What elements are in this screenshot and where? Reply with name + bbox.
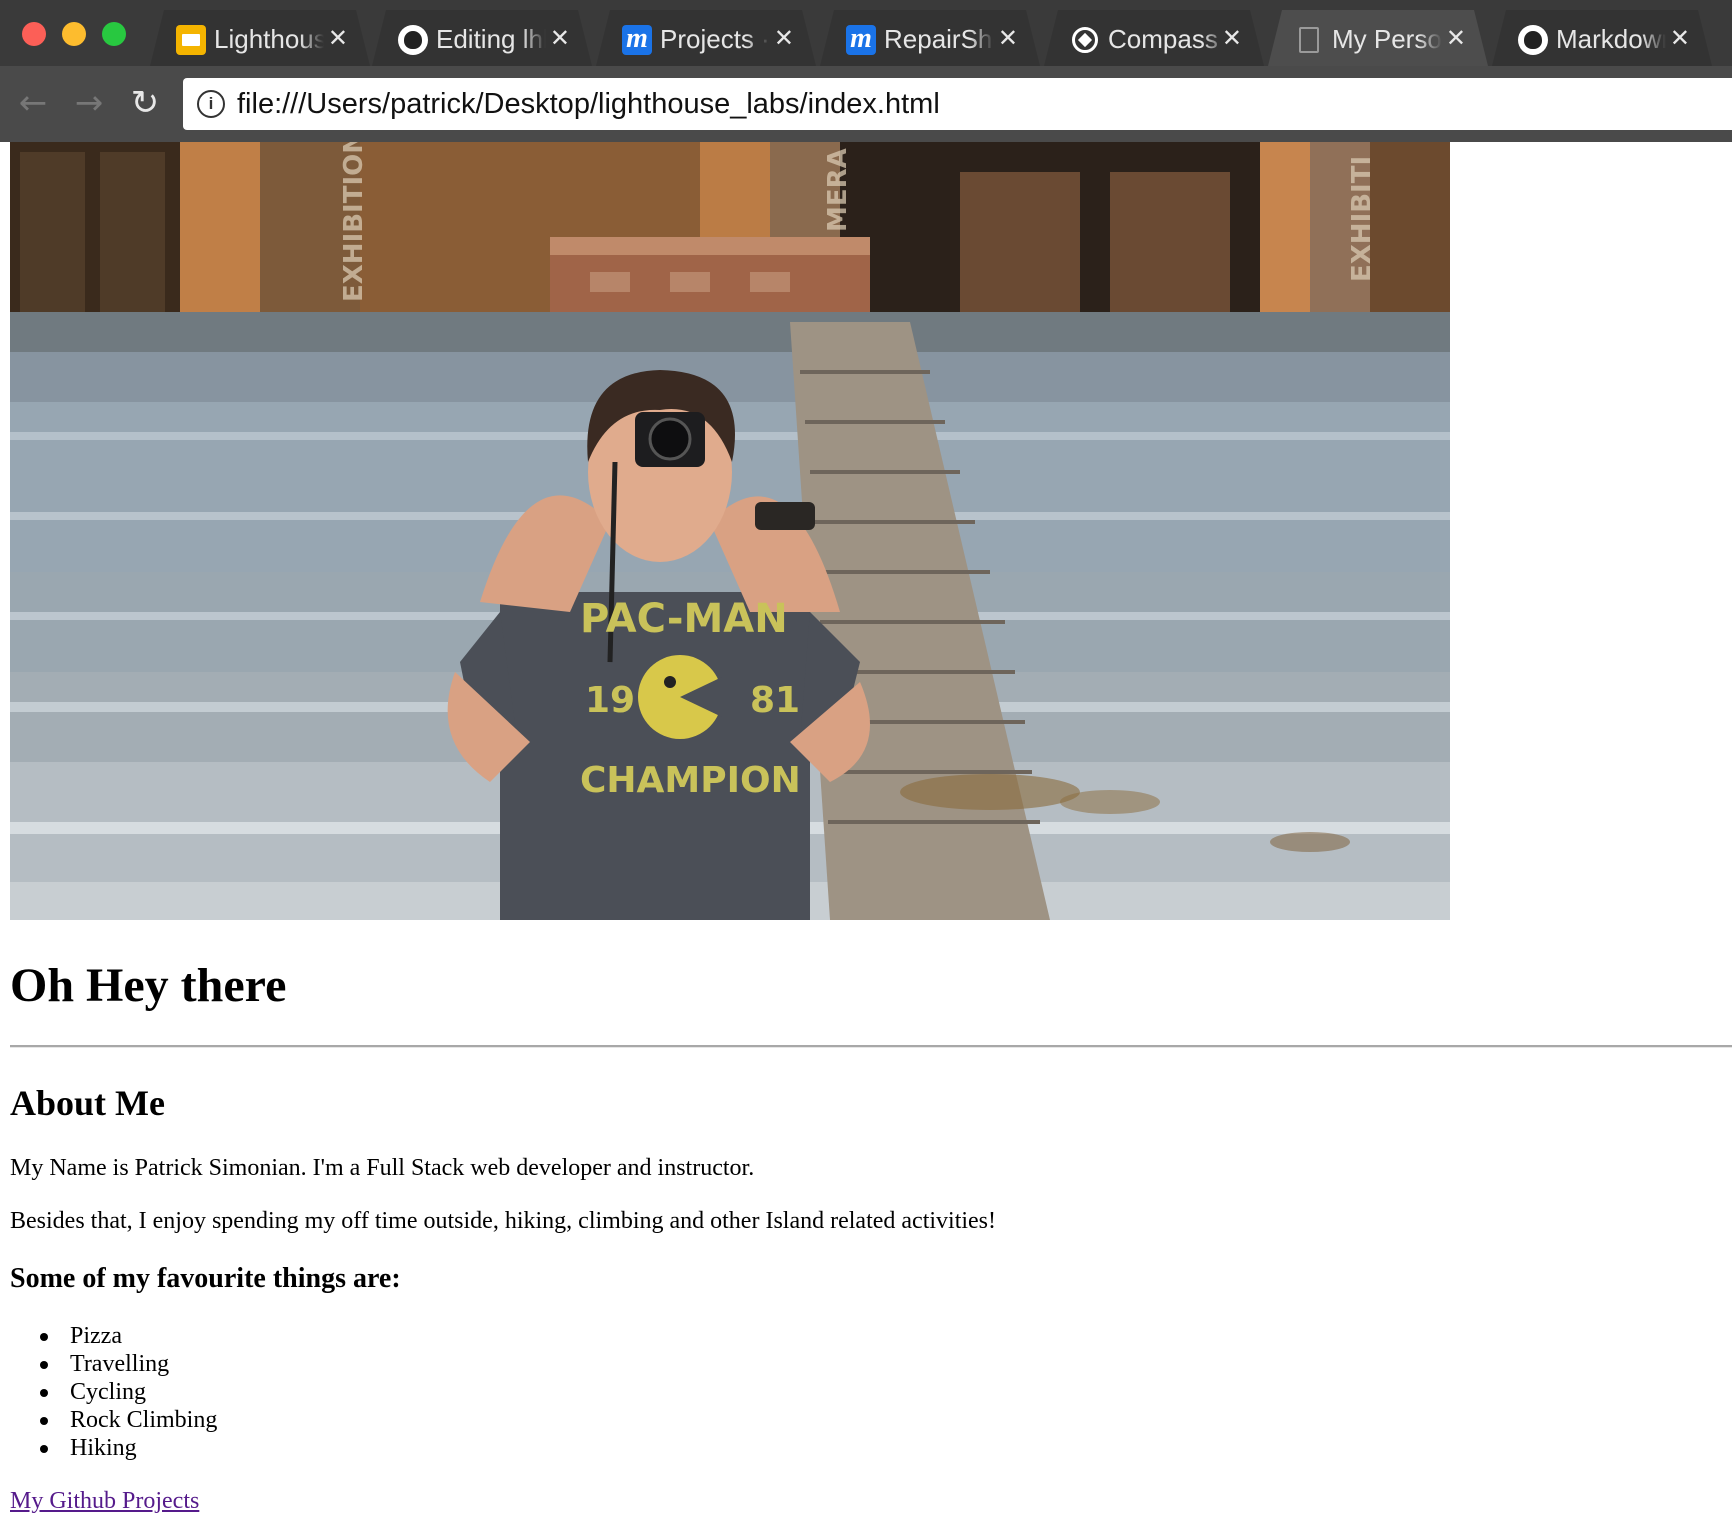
sign-camera: MERA (823, 148, 853, 232)
address-bar[interactable]: i file:///Users/patrick/Desktop/lighthou… (183, 78, 1732, 130)
close-icon[interactable]: ✕ (998, 22, 1018, 54)
browser-toolbar: ← → ↻ i file:///Users/patrick/Desktop/li… (0, 66, 1732, 142)
slides-icon (176, 25, 206, 55)
url-text[interactable]: file:///Users/patrick/Desktop/lighthouse… (237, 86, 940, 122)
close-icon[interactable]: ✕ (328, 22, 348, 54)
tab-markdown[interactable]: Markdown ✕ (1492, 10, 1712, 66)
page-title: Oh Hey there (10, 959, 287, 1012)
close-icon[interactable]: ✕ (1222, 22, 1242, 54)
github-icon (398, 25, 428, 55)
tab-editing[interactable]: Editing lhl ✕ (372, 10, 592, 66)
tab-title: Projects · I (660, 24, 770, 54)
profile-photo: EXHIBITION MERA EXHIBITI PAC-MAN 19 81 C… (10, 142, 1450, 920)
tab-title: Markdown (1556, 24, 1666, 54)
favourites-list: Pizza Travelling Cycling Rock Climbing H… (10, 1322, 217, 1462)
tab-compass[interactable]: Compass ✕ (1044, 10, 1264, 66)
close-icon[interactable]: ✕ (774, 22, 794, 54)
sign-exhibition-left: EXHIBITION (339, 142, 369, 302)
tab-strip: Lighthouse ✕ Editing lhl ✕ m Projects · … (0, 0, 1732, 66)
list-item-label: Pizza (70, 1323, 122, 1349)
about-heading: About Me (10, 1083, 165, 1123)
bullet-icon (40, 1361, 48, 1369)
tab-title: Compass (1108, 24, 1218, 54)
github-icon (1518, 25, 1548, 55)
shirt-text-year-right: 81 (750, 680, 800, 721)
tab-lighthouse[interactable]: Lighthouse ✕ (150, 10, 370, 66)
zoom-window-button[interactable] (102, 22, 126, 46)
tab-title: My Persona (1332, 24, 1442, 54)
list-item: Hiking (40, 1434, 217, 1462)
close-window-button[interactable] (22, 22, 46, 46)
moqups-icon: m (846, 25, 876, 55)
tab-title: Lighthouse (214, 24, 324, 54)
favourites-heading: Some of my favourite things are: (10, 1263, 401, 1294)
reload-icon[interactable]: ↻ (126, 84, 164, 122)
back-arrow-icon[interactable]: ← (14, 84, 52, 122)
list-item-label: Hiking (70, 1435, 137, 1461)
tab-title: RepairShop (884, 24, 994, 54)
close-icon[interactable]: ✕ (1670, 22, 1690, 54)
list-item: Rock Climbing (40, 1406, 218, 1434)
shirt-text-pacman: PAC-MAN (580, 596, 788, 642)
shirt-text-champion: CHAMPION (580, 760, 801, 801)
list-item-label: Cycling (70, 1379, 146, 1405)
info-icon[interactable]: i (197, 90, 225, 118)
shirt-text-year-left: 19 (585, 680, 635, 721)
bullet-icon (40, 1445, 48, 1453)
tab-title: Editing lhl (436, 24, 546, 54)
github-projects-link[interactable]: My Github Projects (10, 1486, 199, 1516)
document-icon (1294, 25, 1324, 55)
forward-arrow-icon[interactable]: → (70, 84, 108, 122)
minimize-window-button[interactable] (62, 22, 86, 46)
list-item: Travelling (40, 1350, 217, 1378)
list-item-label: Rock Climbing (70, 1407, 218, 1433)
bio-paragraph: Besides that, I enjoy spending my off ti… (10, 1208, 997, 1234)
list-item: Pizza (40, 1322, 217, 1350)
tab-my-personal[interactable]: My Persona ✕ (1268, 10, 1488, 66)
sign-exhibition-right: EXHIBITI (1347, 156, 1377, 282)
list-item-label: Travelling (70, 1351, 170, 1377)
bullet-icon (40, 1389, 48, 1397)
bullet-icon (40, 1417, 48, 1425)
list-item: Cycling (40, 1378, 217, 1406)
moqups-icon: m (622, 25, 652, 55)
tab-repairshop[interactable]: m RepairShop ✕ (820, 10, 1040, 66)
bullet-icon (40, 1333, 48, 1341)
horizontal-rule (10, 1045, 1732, 1048)
tab-projects[interactable]: m Projects · I ✕ (596, 10, 816, 66)
close-icon[interactable]: ✕ (1446, 22, 1466, 54)
close-icon[interactable]: ✕ (550, 22, 570, 54)
compass-icon (1070, 25, 1100, 55)
bio-paragraph: My Name is Patrick Simonian. I'm a Full … (10, 1155, 755, 1181)
